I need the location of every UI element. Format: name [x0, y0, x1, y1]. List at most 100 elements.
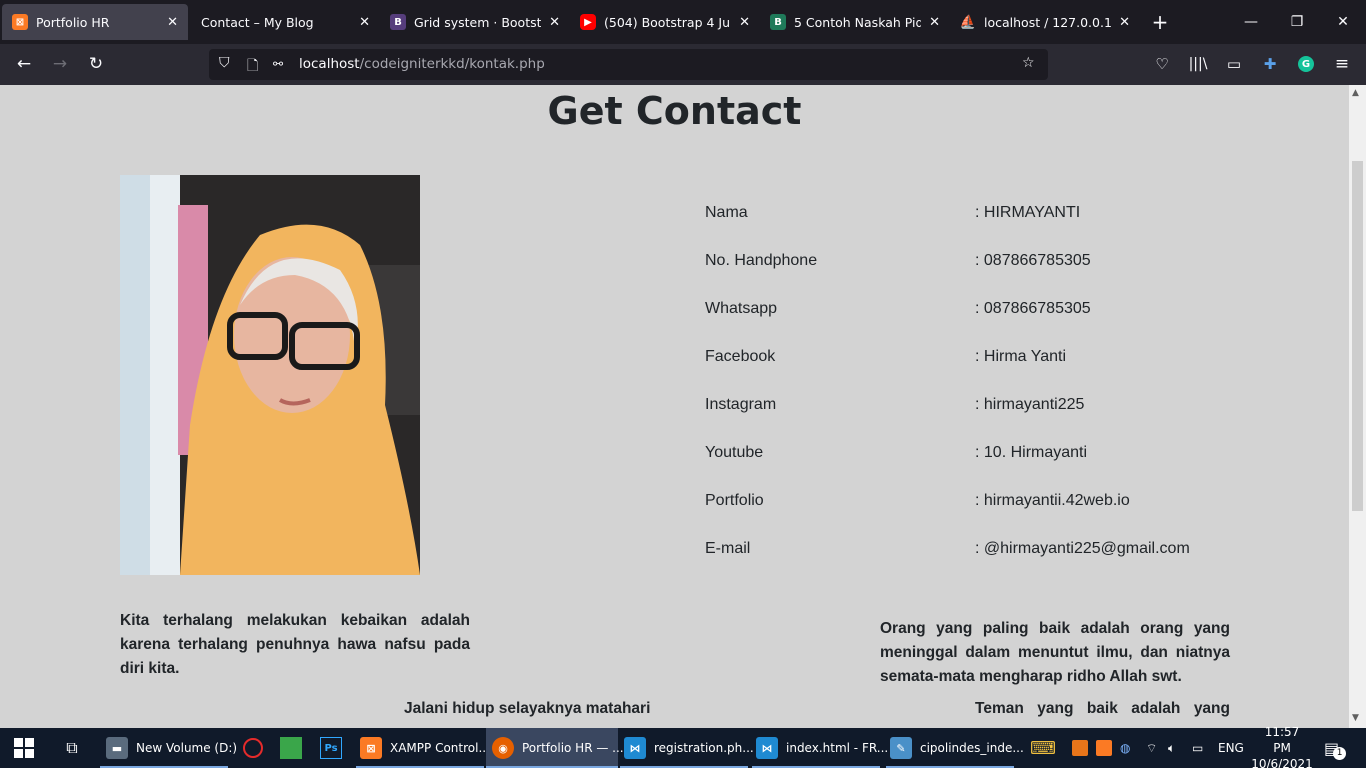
green-app-icon	[280, 737, 302, 759]
taskbar-item-registration[interactable]: ⋈ registration.ph...	[620, 728, 754, 768]
vscode-icon: ⋈	[756, 737, 778, 759]
start-button[interactable]	[0, 728, 48, 768]
scroll-up-icon[interactable]: ▲	[1352, 88, 1359, 98]
notifications-button[interactable]: ▤ 1	[1324, 728, 1347, 768]
keyboard-icon[interactable]: ⌨	[1030, 728, 1056, 768]
contact-label-instagram: Instagram	[705, 396, 777, 413]
quote-right: Orang yang paling baik adalah orang yang…	[880, 620, 1230, 685]
app-icon-green[interactable]	[276, 728, 306, 768]
close-tab-icon[interactable]: ✕	[929, 15, 940, 30]
clock[interactable]: 11:57 PM 10/6/2021	[1251, 725, 1313, 768]
tab-naskah-pidato[interactable]: B 5 Contoh Naskah Pidato S ✕	[760, 0, 950, 44]
quote-right-bottom: Teman yang baik adalah yang	[975, 700, 1230, 717]
tab-contact-blog[interactable]: Contact – My Blog ✕	[188, 0, 380, 44]
tab-phpmyadmin[interactable]: ⛵ localhost / 127.0.0.1 | php ✕	[950, 0, 1140, 44]
wifi-icon[interactable]: ⌔	[1146, 728, 1157, 768]
back-button[interactable]: ←	[10, 50, 38, 78]
quote-left: Kita terhalang melakukan kebaikan adalah…	[120, 612, 470, 677]
notepad-icon: ✎	[890, 737, 912, 759]
shield-icon[interactable]: ⛉	[219, 55, 230, 71]
bookmark-star-icon[interactable]: ☆	[1022, 55, 1035, 71]
taskbar-item-label: cipolindes_inde...	[920, 741, 1024, 755]
taskbar-item-label: registration.ph...	[654, 741, 754, 755]
contact-label-email: E-mail	[705, 540, 751, 557]
red-app-icon	[243, 738, 263, 758]
address-bar[interactable]: ⛉ 🗋 ⚯ localhost/codeigniterkkd/kontak.ph…	[209, 49, 1048, 80]
bootstrap-icon: B	[390, 14, 406, 30]
navigation-toolbar: ← → ↻ ⛉ 🗋 ⚯ localhost/codeigniterkkd/kon…	[0, 44, 1366, 85]
url-path: /codeigniterkkd/kontak.php	[359, 56, 545, 72]
restore-button[interactable]: ❐	[1274, 0, 1320, 44]
permissions-icon[interactable]: ⚯	[273, 57, 283, 71]
tab-title: Contact – My Blog	[201, 14, 314, 30]
windows-taskbar: ⧉ ▬ New Volume (D:) Ps ⊠ XAMPP Control..…	[0, 725, 1366, 768]
tab-youtube-jumbotron[interactable]: ▶ (504) Bootstrap 4 Jumbotr ✕	[570, 0, 760, 44]
url-text[interactable]: localhost/codeigniterkkd/kontak.php	[299, 56, 545, 72]
blog-icon: B	[770, 14, 786, 30]
close-tab-icon[interactable]: ✕	[1119, 15, 1130, 30]
windows-logo-icon	[14, 738, 34, 758]
contact-label-facebook: Facebook	[705, 348, 776, 365]
contact-value-email: : @hirmayanti225@gmail.com	[975, 540, 1190, 557]
contact-value-facebook: : Hirma Yanti	[975, 348, 1066, 365]
contact-value-handphone: : 087866785305	[975, 252, 1091, 269]
battery-icon[interactable]: ▭	[1192, 728, 1203, 768]
contact-label-whatsapp: Whatsapp	[705, 300, 778, 317]
taskbar-item-xampp[interactable]: ⊠ XAMPP Control...	[356, 728, 490, 768]
close-window-button[interactable]: ✕	[1320, 0, 1366, 44]
tab-title: 5 Contoh Naskah Pidato S	[794, 14, 922, 30]
close-tab-icon[interactable]: ✕	[167, 15, 178, 30]
xampp-icon: ⊠	[12, 14, 28, 30]
notification-count: 1	[1333, 746, 1347, 760]
reload-button[interactable]: ↻	[82, 50, 110, 78]
tray-xampp-icon[interactable]	[1096, 728, 1112, 768]
tray-app-orange-icon[interactable]	[1072, 728, 1088, 768]
page-info-icon[interactable]: 🗋	[247, 55, 258, 79]
library-icon[interactable]: |||\	[1184, 50, 1212, 78]
tab-bootstrap-grid[interactable]: B Grid system · Bootstrap v ✕	[380, 0, 570, 44]
pocket-icon[interactable]: ♡	[1148, 50, 1176, 78]
firefox-icon: ◉	[492, 737, 514, 759]
tab-portfolio-hr[interactable]: ⊠ Portfolio HR ✕	[2, 4, 188, 40]
contact-label-handphone: No. Handphone	[705, 252, 818, 269]
page-scrollbar[interactable]: ▲ ▼	[1349, 85, 1366, 728]
taskbar-item-label: New Volume (D:)	[136, 741, 238, 755]
profile-photo	[120, 175, 420, 575]
menu-icon[interactable]: ≡	[1328, 50, 1356, 78]
taskbar-item-cipolindes[interactable]: ✎ cipolindes_inde...	[886, 728, 1024, 768]
task-view-button[interactable]: ⧉	[56, 728, 88, 768]
input-language[interactable]: ENG	[1218, 728, 1244, 768]
page-title: Get Contact	[547, 89, 802, 133]
clock-time: 11:57 PM	[1264, 725, 1300, 755]
tab-title: Grid system · Bootstrap v	[414, 14, 542, 30]
scroll-down-icon[interactable]: ▼	[1352, 713, 1359, 723]
contact-value-nama: : HIRMAYANTI	[975, 204, 1081, 221]
forward-button[interactable]: →	[46, 50, 74, 78]
sidebar-icon[interactable]: ▭	[1220, 50, 1248, 78]
page-content: Get Contact Nama : HIRMAYANTI No. Handph…	[0, 85, 1349, 728]
new-tab-button[interactable]: +	[1140, 0, 1180, 44]
taskbar-item-firefox[interactable]: ◉ Portfolio HR — ...	[486, 728, 624, 768]
close-tab-icon[interactable]: ✕	[359, 15, 370, 30]
close-tab-icon[interactable]: ✕	[549, 15, 560, 30]
app-icon-red[interactable]	[238, 728, 268, 768]
taskbar-item-index-html[interactable]: ⋈ index.html - FR...	[752, 728, 888, 768]
contact-value-instagram: : hirmayanti225	[975, 396, 1085, 413]
grammarly-icon[interactable]: G	[1292, 50, 1320, 78]
scroll-thumb[interactable]	[1352, 161, 1363, 511]
contact-value-whatsapp: : 087866785305	[975, 300, 1091, 317]
photoshop-icon: Ps	[320, 737, 342, 759]
phpmyadmin-icon: ⛵	[959, 14, 977, 30]
contact-value-youtube: : 10. Hirmayanti	[975, 444, 1088, 461]
quote-center: Jalani hidup selayaknya matahari	[404, 700, 651, 717]
tray-network-app-icon[interactable]: ◍	[1120, 728, 1130, 768]
close-tab-icon[interactable]: ✕	[739, 15, 750, 30]
volume-icon[interactable]: 🔈︎	[1168, 728, 1175, 768]
vscode-icon: ⋈	[624, 737, 646, 759]
extension-icon[interactable]: ✚	[1256, 50, 1284, 78]
app-icon-photoshop[interactable]: Ps	[316, 728, 346, 768]
taskbar-item-new-volume[interactable]: ▬ New Volume (D:)	[100, 728, 237, 768]
tab-strip: ⊠ Portfolio HR ✕ Contact – My Blog ✕ B G…	[0, 0, 1366, 44]
tab-title: Portfolio HR	[36, 14, 110, 30]
minimize-button[interactable]: —	[1228, 0, 1274, 44]
